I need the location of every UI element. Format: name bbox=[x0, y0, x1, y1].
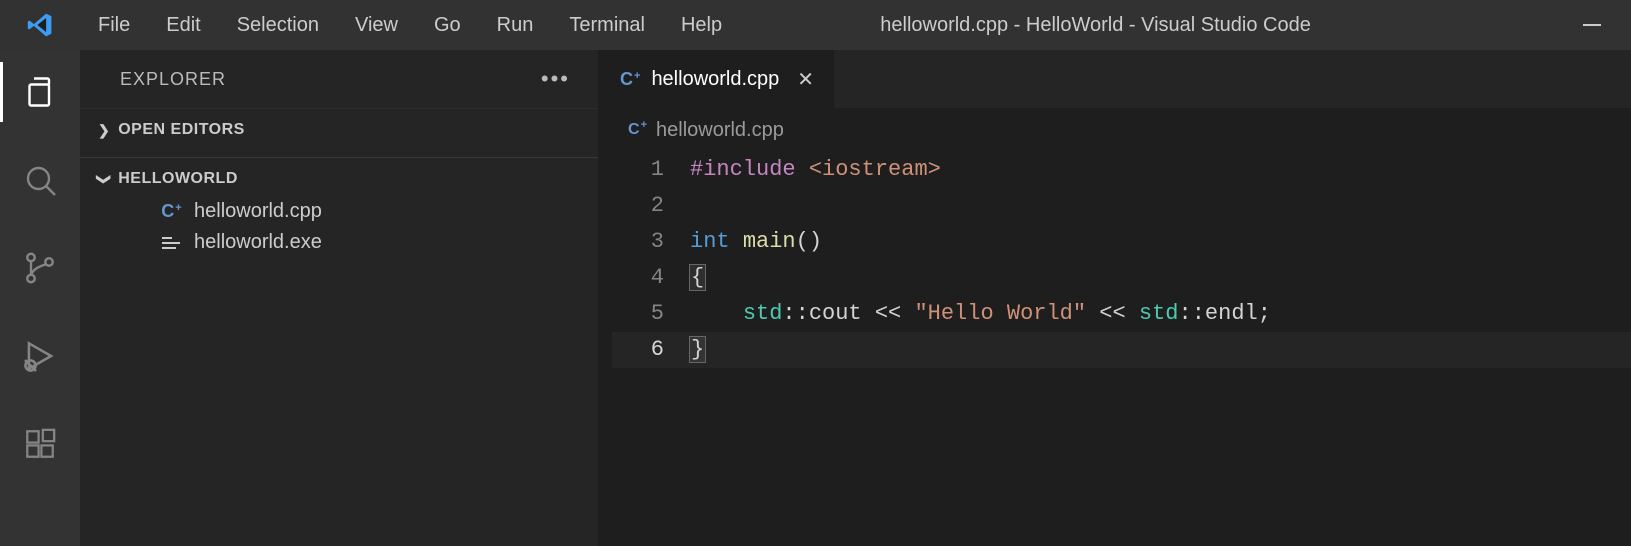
window-title: helloworld.cpp - HelloWorld - Visual Stu… bbox=[740, 14, 1491, 37]
line-number: 5 bbox=[612, 296, 690, 332]
close-icon[interactable]: ✕ bbox=[797, 67, 814, 92]
cpp-file-icon: C bbox=[160, 201, 182, 222]
explorer-more-icon[interactable]: ••• bbox=[541, 66, 570, 92]
breadcrumb-file: helloworld.cpp bbox=[656, 119, 784, 142]
chevron-down-icon: ❯ bbox=[96, 173, 113, 185]
text-file-icon bbox=[160, 237, 182, 249]
menu-terminal[interactable]: Terminal bbox=[551, 8, 663, 43]
line-number: 3 bbox=[612, 224, 690, 260]
menu-edit[interactable]: Edit bbox=[148, 8, 218, 43]
vscode-logo-icon bbox=[0, 11, 80, 39]
code-line[interactable]: 1#include <iostream> bbox=[612, 152, 1631, 188]
menu-view[interactable]: View bbox=[337, 8, 416, 43]
minimize-icon[interactable] bbox=[1583, 24, 1601, 26]
editor-tabs: C helloworld.cpp ✕ bbox=[598, 50, 1631, 108]
activity-explorer[interactable] bbox=[0, 66, 80, 118]
chevron-right-icon: ❯ bbox=[98, 122, 110, 139]
menu-run[interactable]: Run bbox=[479, 8, 552, 43]
file-name: helloworld.exe bbox=[194, 231, 322, 254]
open-editors-section[interactable]: ❯ OPEN EDITORS bbox=[80, 108, 598, 157]
activity-source-control[interactable] bbox=[0, 242, 80, 294]
line-content: #include <iostream> bbox=[690, 152, 941, 188]
window-controls bbox=[1491, 24, 1631, 26]
line-content: } bbox=[690, 332, 705, 368]
open-editors-label: OPEN EDITORS bbox=[118, 121, 245, 139]
line-number: 6 bbox=[612, 332, 690, 368]
titlebar: FileEditSelectionViewGoRunTerminalHelp h… bbox=[0, 0, 1631, 50]
tab-label: helloworld.cpp bbox=[651, 68, 779, 91]
line-number: 2 bbox=[612, 188, 690, 224]
code-editor[interactable]: 1#include <iostream>23int main()4{5 std:… bbox=[598, 152, 1631, 368]
activity-search[interactable] bbox=[0, 154, 80, 206]
file-name: helloworld.cpp bbox=[194, 200, 322, 223]
explorer-sidebar: EXPLORER ••• ❯ OPEN EDITORS ❯ HELLOWORLD… bbox=[80, 50, 598, 546]
line-content: int main() bbox=[690, 224, 822, 260]
line-content: { bbox=[690, 260, 705, 296]
activity-extensions[interactable] bbox=[0, 418, 80, 470]
code-line[interactable]: 5 std::cout << "Hello World" << std::end… bbox=[612, 296, 1631, 332]
editor-area: C helloworld.cpp ✕ C helloworld.cpp 1#in… bbox=[598, 50, 1631, 546]
folder-label: HELLOWORLD bbox=[118, 170, 238, 188]
tab-helloworld-cpp[interactable]: C helloworld.cpp ✕ bbox=[598, 50, 834, 108]
activity-run-debug[interactable] bbox=[0, 330, 80, 382]
main-layout: EXPLORER ••• ❯ OPEN EDITORS ❯ HELLOWORLD… bbox=[0, 50, 1631, 546]
file-row[interactable]: helloworld.exe bbox=[98, 227, 598, 258]
explorer-header: EXPLORER ••• bbox=[80, 50, 598, 108]
line-number: 4 bbox=[612, 260, 690, 296]
folder-section[interactable]: ❯ HELLOWORLD Chelloworld.cpp helloworld.e… bbox=[80, 157, 598, 268]
menu-bar: FileEditSelectionViewGoRunTerminalHelp bbox=[80, 8, 740, 43]
menu-selection[interactable]: Selection bbox=[219, 8, 337, 43]
code-line[interactable]: 6} bbox=[612, 332, 1631, 368]
file-row[interactable]: Chelloworld.cpp bbox=[98, 196, 598, 227]
menu-file[interactable]: File bbox=[80, 8, 148, 43]
breadcrumbs[interactable]: C helloworld.cpp bbox=[598, 108, 1631, 152]
code-line[interactable]: 3int main() bbox=[612, 224, 1631, 260]
line-number: 1 bbox=[612, 152, 690, 188]
cpp-file-icon: C bbox=[628, 121, 646, 139]
menu-go[interactable]: Go bbox=[416, 8, 479, 43]
code-line[interactable]: 2 bbox=[612, 188, 1631, 224]
cpp-file-icon: C bbox=[620, 69, 639, 90]
code-line[interactable]: 4{ bbox=[612, 260, 1631, 296]
menu-help[interactable]: Help bbox=[663, 8, 740, 43]
explorer-title: EXPLORER bbox=[120, 69, 226, 90]
activity-bar bbox=[0, 50, 80, 546]
line-content: std::cout << "Hello World" << std::endl; bbox=[690, 296, 1271, 332]
